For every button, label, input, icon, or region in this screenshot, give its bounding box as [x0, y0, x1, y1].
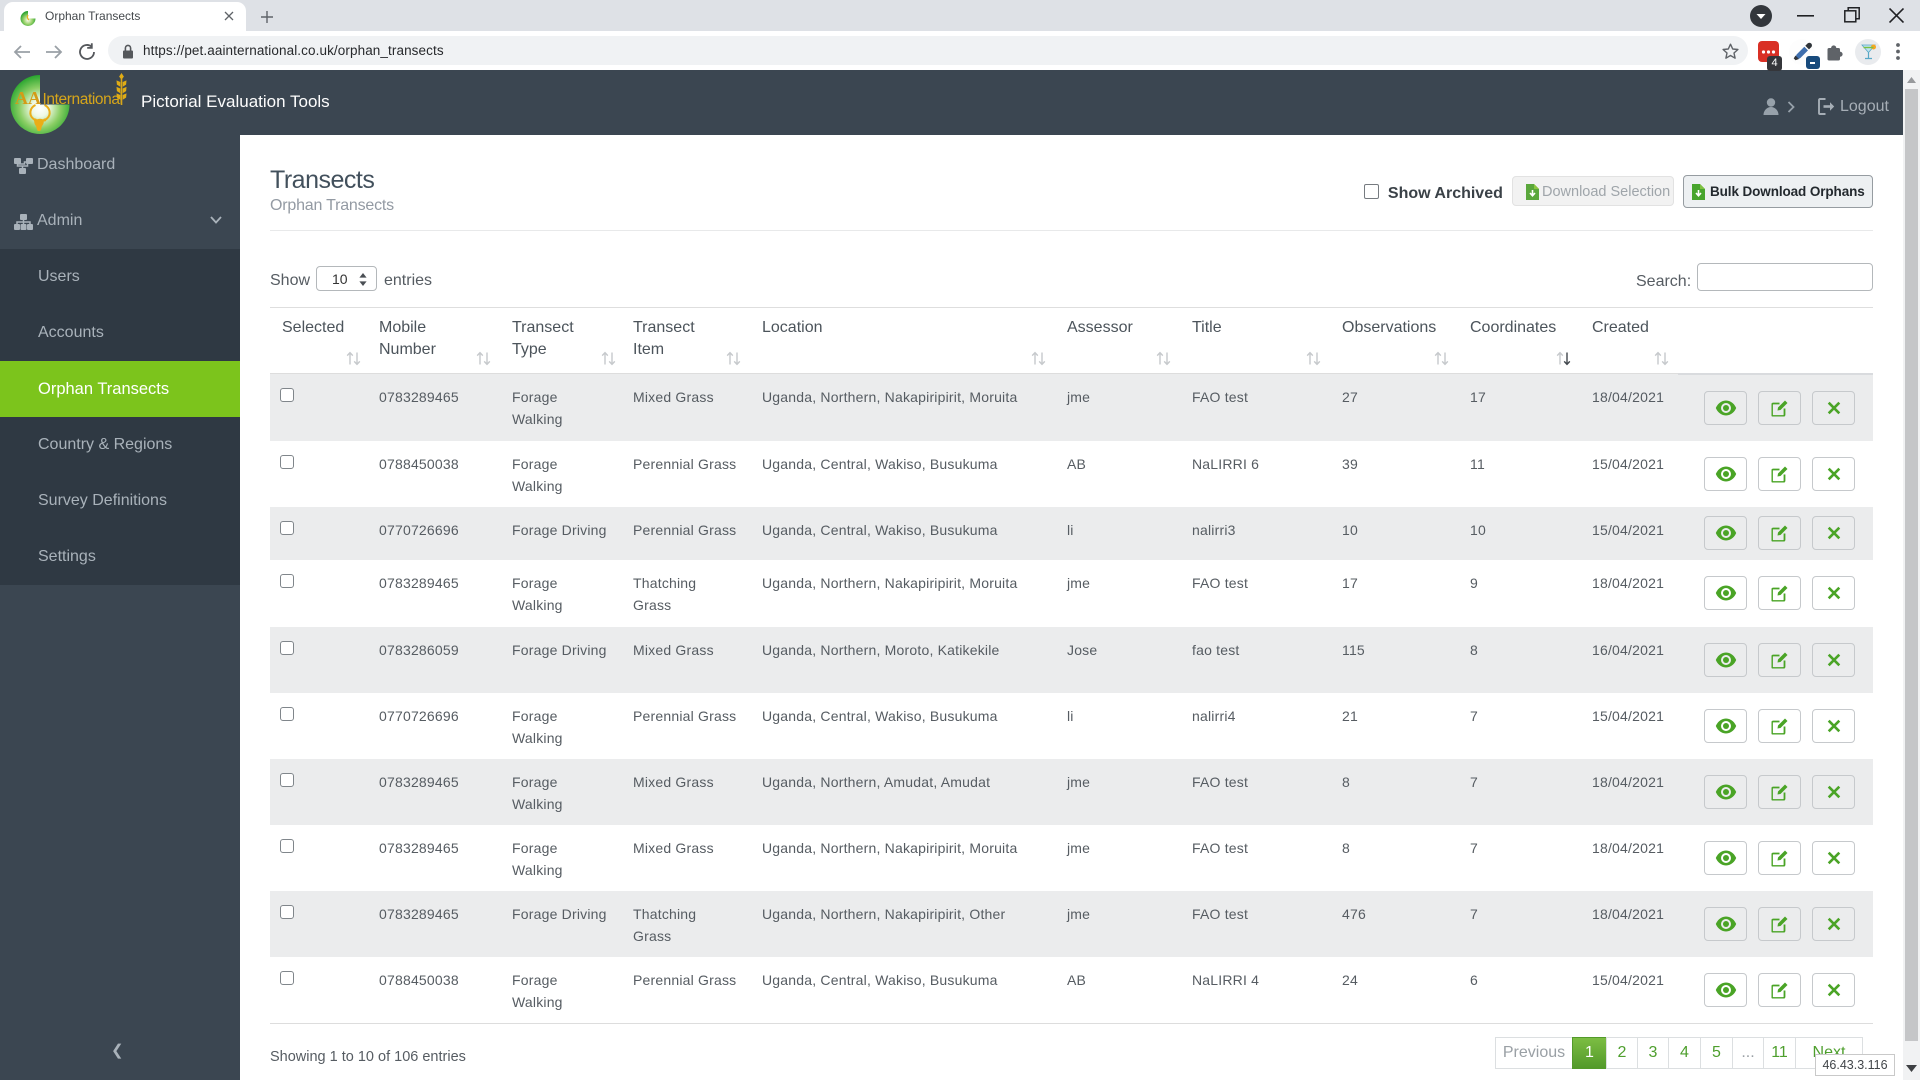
svg-text:AA: AA — [15, 88, 41, 108]
svg-text:International: International — [43, 91, 124, 108]
